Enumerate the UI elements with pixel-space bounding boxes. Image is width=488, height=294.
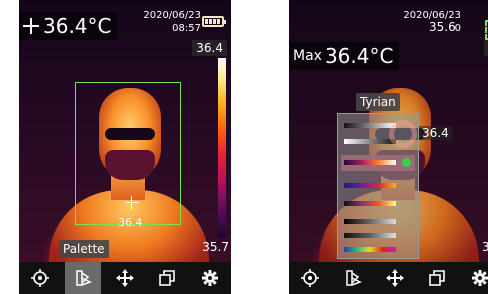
palette-option-grey-ramp[interactable]: [344, 218, 404, 226]
scale-min-label: 35.7: [202, 240, 229, 254]
move-button[interactable]: [377, 262, 413, 294]
scale-max-label: 36: [483, 40, 488, 56]
time-label: 08:57: [172, 23, 201, 34]
palette-swatch: [344, 139, 396, 144]
temperature-value: 36.4°C: [43, 14, 112, 38]
palette-button[interactable]: [335, 262, 371, 294]
palette-swatch: [344, 123, 396, 128]
crosshair-icon: [23, 18, 39, 34]
temperature-value: 36.4°C: [324, 44, 394, 68]
battery-icon: [202, 16, 226, 27]
palette-swatch: [344, 160, 396, 165]
temperature-readout: 36.4°C: [19, 12, 118, 40]
palette-option-rainbow-hc[interactable]: [344, 246, 404, 254]
gear-icon: [471, 270, 488, 286]
mid-temperature: 36.4: [419, 126, 452, 140]
settings-button[interactable]: [192, 262, 228, 294]
palette-option-lava[interactable]: [344, 232, 404, 240]
selected-dot-icon: [402, 158, 411, 167]
move-button[interactable]: [107, 262, 143, 294]
scale-max-label: 36.4: [192, 40, 227, 56]
datetime: 2020/06/23 08:57: [129, 9, 201, 35]
target-icon: [301, 269, 320, 287]
gear-icon: [201, 270, 218, 286]
bottom-toolbar: [289, 262, 488, 294]
palette-swatch: [344, 247, 396, 252]
overlay-temperature: 35.6: [429, 20, 456, 34]
target-icon: [31, 269, 50, 287]
max-label: Max: [293, 48, 322, 64]
palette-swatch: [344, 183, 396, 188]
palette-option-tyrian[interactable]: [341, 155, 415, 171]
center-temperature: 36.4: [118, 216, 143, 229]
move-icon: [115, 269, 134, 287]
gear-watermark-icon: [389, 120, 417, 148]
date-label: 2020/06/23: [143, 10, 201, 21]
palette-tooltip: Palette: [59, 240, 109, 258]
palette-swatch: [344, 219, 396, 224]
layers-icon: [159, 270, 176, 286]
palette-icon: [75, 270, 92, 286]
layers-button[interactable]: [419, 262, 455, 294]
target-button[interactable]: [22, 262, 58, 294]
color-scale-bar: [218, 58, 226, 238]
palette-option-rainbow[interactable]: [344, 182, 404, 190]
center-crosshair-icon: [125, 196, 139, 210]
settings-button[interactable]: [462, 262, 488, 294]
move-icon: [385, 269, 404, 287]
palette-swatch: [344, 201, 396, 206]
layers-button[interactable]: [149, 262, 185, 294]
bottom-toolbar: [19, 262, 231, 294]
palette-name-tooltip: Tyrian: [356, 93, 400, 111]
right-camera-screen: Max 36.4°C 2020/06/23 0 35.6 36 36.4 35 …: [289, 0, 488, 294]
palette-button[interactable]: [64, 262, 101, 294]
scale-min-label: 35: [482, 240, 488, 254]
layers-icon: [429, 270, 446, 286]
left-camera-screen: 36.4°C 2020/06/23 08:57 36.4 35.7 36.4 P…: [19, 0, 231, 294]
palette-icon: [345, 270, 362, 286]
target-button[interactable]: [292, 262, 328, 294]
temperature-readout: Max 36.4°C: [289, 42, 400, 70]
palette-swatch: [344, 233, 396, 238]
palette-option-ironbow[interactable]: [344, 200, 404, 208]
